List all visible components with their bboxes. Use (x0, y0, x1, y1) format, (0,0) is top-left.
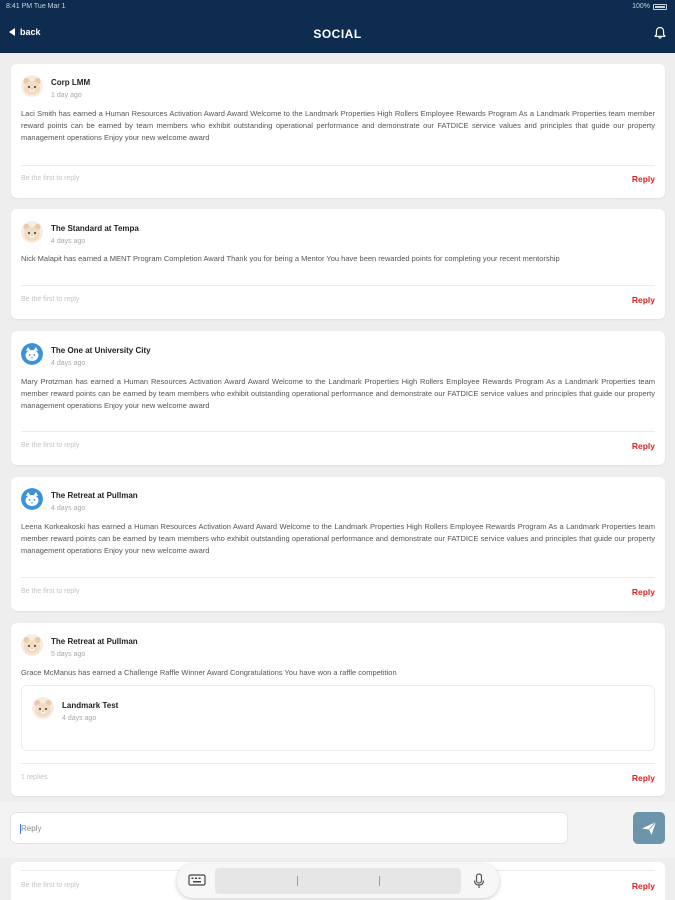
reply-button[interactable]: Reply (632, 174, 655, 184)
post-author[interactable]: The Retreat at Pullman (51, 491, 138, 500)
reply-button[interactable]: Reply (632, 295, 655, 305)
reply-composer (0, 802, 675, 858)
reply-button[interactable]: Reply (632, 881, 655, 891)
nested-reply-card: Landmark Test 4 days ago (21, 685, 655, 751)
hamster-avatar-icon (32, 697, 54, 719)
nested-reply-author[interactable]: Landmark Test (62, 701, 118, 710)
post-time: 4 days ago (51, 360, 86, 367)
replies-note: Be the first to reply (21, 588, 80, 595)
post-divider (21, 165, 655, 166)
post-time: 5 days ago (51, 651, 86, 658)
post-divider (21, 577, 655, 578)
replies-note: Be the first to reply (21, 296, 80, 303)
post-body: Mary Protzman has earned a Human Resourc… (21, 377, 655, 410)
post-card: Corp LMM 1 day ago Laci Smith has earned… (11, 64, 665, 198)
replies-note: 1 replies (21, 774, 48, 781)
hamster-avatar-icon (21, 75, 43, 97)
post-author[interactable]: The Retreat at Pullman (51, 637, 138, 646)
cat-avatar-icon (21, 343, 43, 365)
nav-bar: SOCIAL back (0, 14, 675, 53)
replies-note: Be the first to reply (21, 175, 80, 182)
post-card: The Retreat at Pullman 4 days ago Leena … (11, 477, 665, 611)
nested-reply-time: 4 days ago (62, 715, 97, 722)
keyboard-shortcut-bar (177, 864, 499, 898)
status-bar: 8:41 PM Tue Mar 1 100% (0, 0, 675, 14)
post-body: Laci Smith has earned a Human Resources … (21, 109, 655, 142)
replies-note: Be the first to reply (21, 442, 80, 449)
post-time: 1 day ago (51, 92, 82, 99)
post-body: Leena Korkeakoski has earned a Human Res… (21, 522, 655, 555)
status-battery-group: 100% (632, 3, 667, 10)
post-divider (21, 285, 655, 286)
reply-input[interactable] (10, 812, 568, 844)
status-date: Tue Mar 1 (33, 3, 66, 10)
post-time: 4 days ago (51, 238, 86, 245)
post-body: Nick Malapit has earned a MENT Program C… (21, 254, 560, 263)
post-author[interactable]: Corp LMM (51, 78, 90, 87)
post-author[interactable]: The One at University City (51, 346, 151, 355)
back-arrow-icon (9, 28, 15, 36)
status-time: 8:41 PM (6, 3, 33, 10)
reply-button[interactable]: Reply (632, 773, 655, 783)
keyboard-icon[interactable] (188, 873, 206, 887)
post-time: 4 days ago (51, 505, 86, 512)
replies-note: Be the first to reply (21, 882, 80, 889)
battery-icon (653, 3, 667, 10)
send-button[interactable] (633, 812, 665, 844)
bell-icon[interactable] (653, 26, 667, 40)
cat-avatar-icon (21, 488, 43, 510)
back-button[interactable]: back (9, 27, 41, 37)
post-card: The Retreat at Pullman 5 days ago Grace … (11, 623, 665, 796)
post-body: Grace McManus has earned a Challenge Raf… (21, 668, 397, 677)
post-divider (21, 431, 655, 432)
reply-button[interactable]: Reply (632, 441, 655, 451)
text-caret (20, 824, 21, 834)
paper-plane-icon (642, 821, 657, 835)
status-time-date: 8:41 PM Tue Mar 1 (6, 3, 66, 10)
predictive-separator (297, 876, 298, 886)
post-card: The Standard at Tempa 4 days ago Nick Ma… (11, 209, 665, 319)
reply-button[interactable]: Reply (632, 587, 655, 597)
back-label: back (20, 27, 41, 37)
predictive-separator (379, 876, 380, 886)
predictive-text-bar[interactable] (215, 868, 461, 894)
hamster-avatar-icon (21, 221, 43, 243)
battery-percent: 100% (632, 3, 650, 10)
microphone-icon[interactable] (473, 873, 485, 889)
hamster-avatar-icon (21, 634, 43, 656)
post-divider (21, 763, 655, 764)
post-card: The One at University City 4 days ago Ma… (11, 331, 665, 465)
post-author[interactable]: The Standard at Tempa (51, 224, 139, 233)
page-title: SOCIAL (313, 27, 362, 41)
